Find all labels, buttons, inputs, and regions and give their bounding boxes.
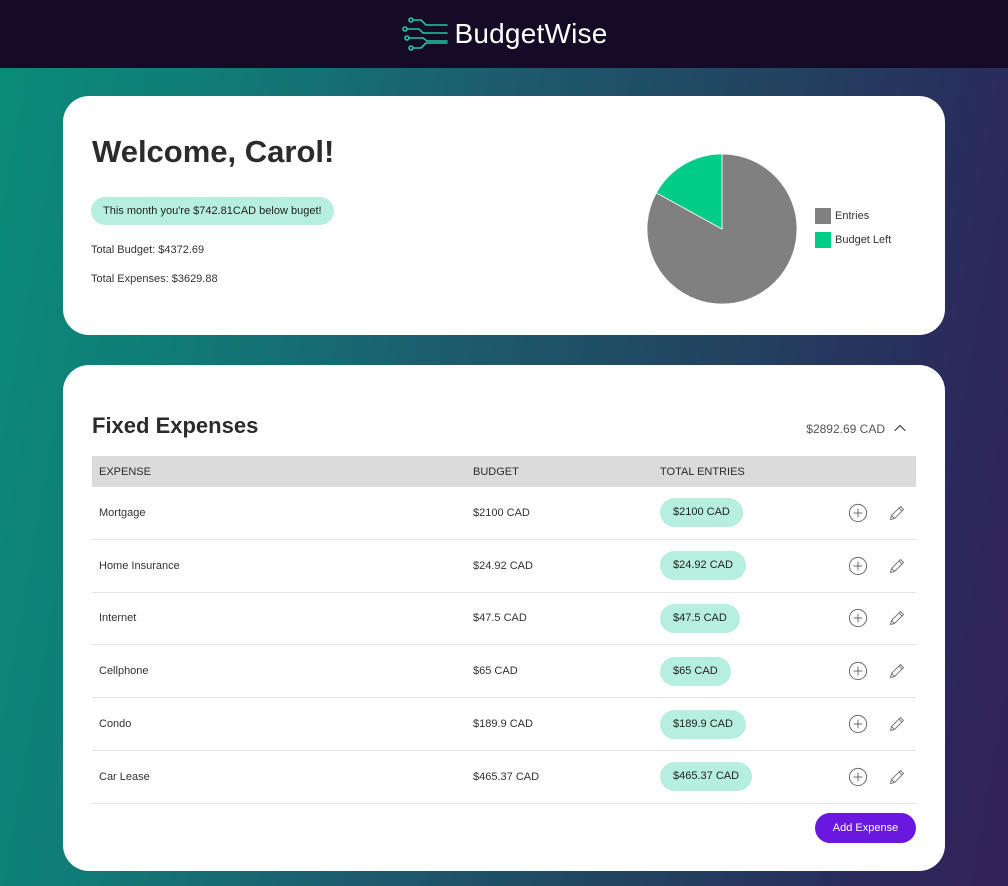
plus-circle-icon	[848, 714, 868, 734]
legend-item-entries: Entries	[815, 208, 891, 224]
expense-name: Car Lease	[99, 770, 150, 783]
expenses-table: EXPENSE BUDGET TOTAL ENTRIES Mortgage $21…	[92, 456, 916, 804]
pencil-icon	[890, 717, 904, 732]
table-row: Home Insurance $24.92 CAD $24.92 CAD	[92, 540, 916, 593]
add-entry-button[interactable]	[847, 555, 869, 577]
edit-expense-button[interactable]	[886, 766, 908, 788]
legend-item-budget-left: Budget Left	[815, 232, 891, 248]
circuit-logo-icon	[401, 17, 448, 51]
header-budget: BUDGET	[473, 465, 519, 478]
plus-circle-icon	[848, 609, 868, 628]
add-entry-button[interactable]	[847, 502, 869, 524]
add-entry-button[interactable]	[847, 766, 869, 788]
section-title: Fixed Expenses	[92, 413, 259, 438]
plus-circle-icon	[848, 556, 868, 575]
expense-entries-badge: $24.92 CAD	[660, 551, 746, 581]
pencil-icon	[890, 664, 904, 679]
section-total: $2892.69 CAD	[806, 422, 885, 436]
expense-name: Cellphone	[99, 665, 149, 678]
app-name: BudgetWise	[454, 18, 608, 49]
fixed-expenses-card: Fixed Expenses $2892.69 CAD EXPENSE BUDG…	[63, 365, 945, 871]
pencil-icon	[890, 611, 904, 626]
chart-legend: Entries Budget Left	[815, 208, 891, 256]
total-budget: Total Budget: $4372.69	[91, 244, 205, 256]
add-entry-button[interactable]	[847, 607, 869, 629]
expense-budget: $465.37 CAD	[473, 770, 540, 783]
header-expense: EXPENSE	[99, 465, 151, 478]
edit-expense-button[interactable]	[886, 713, 908, 735]
expense-name: Internet	[99, 612, 137, 625]
welcome-heading: Welcome, Carol!	[92, 134, 335, 169]
pencil-icon	[890, 505, 904, 520]
table-row: Internet $47.5 CAD $47.5 CAD	[92, 593, 916, 646]
plus-circle-icon	[848, 662, 868, 681]
legend-swatch-budget-left	[815, 232, 831, 248]
top-bar: BudgetWise	[0, 0, 1008, 68]
expense-entries-badge: $2100 CAD	[660, 498, 743, 528]
expense-entries-badge: $189.9 CAD	[660, 709, 746, 739]
plus-circle-icon	[848, 503, 868, 522]
budget-status-badge: This month you're $742.81CAD below buget…	[91, 197, 334, 225]
table-row: Condo $189.9 CAD $189.9 CAD	[92, 698, 916, 751]
edit-expense-button[interactable]	[886, 502, 908, 524]
edit-expense-button[interactable]	[886, 660, 908, 682]
expense-budget: $189.9 CAD	[473, 718, 533, 731]
edit-expense-button[interactable]	[886, 607, 908, 629]
expense-budget: $24.92 CAD	[473, 559, 533, 572]
legend-label-budget-left: Budget Left	[835, 234, 892, 246]
expense-entries-badge: $65 CAD	[660, 656, 731, 686]
add-entry-button[interactable]	[847, 660, 869, 682]
expense-budget: $47.5 CAD	[473, 612, 527, 625]
expense-name: Condo	[99, 718, 132, 731]
legend-label-entries: Entries	[835, 210, 870, 222]
plus-circle-icon	[848, 767, 868, 786]
table-row: Car Lease $465.37 CAD $465.37 CAD	[92, 751, 916, 804]
add-expense-button[interactable]: Add Expense	[815, 813, 916, 843]
budget-pie-chart	[646, 153, 798, 305]
chevron-up-icon[interactable]	[893, 421, 907, 435]
expense-budget: $2100 CAD	[473, 506, 530, 519]
table-header: EXPENSE BUDGET TOTAL ENTRIES	[92, 456, 916, 487]
expense-entries-badge: $465.37 CAD	[660, 762, 753, 792]
expense-budget: $65 CAD	[473, 665, 518, 678]
legend-swatch-entries	[815, 208, 831, 224]
pie-chart-svg	[646, 153, 798, 305]
total-expenses: Total Expenses: $3629.88	[91, 273, 218, 285]
table-row: Cellphone $65 CAD $65 CAD	[92, 645, 916, 699]
add-entry-button[interactable]	[847, 713, 869, 735]
expense-name: Home Insurance	[99, 559, 180, 572]
edit-expense-button[interactable]	[886, 555, 908, 577]
brand[interactable]: BudgetWise	[401, 14, 608, 54]
expense-entries-badge: $47.5 CAD	[660, 603, 740, 633]
pencil-icon	[890, 769, 904, 784]
expense-name: Mortgage	[99, 506, 146, 519]
table-row: Mortgage $2100 CAD $2100 CAD	[92, 487, 916, 540]
pencil-icon	[890, 558, 904, 573]
table-body: Mortgage $2100 CAD $2100 CAD Home Insurance…	[92, 487, 916, 804]
header-total-entries: TOTAL ENTRIES	[660, 465, 745, 478]
summary-card: Welcome, Carol! This month you're $742.8…	[63, 96, 945, 335]
